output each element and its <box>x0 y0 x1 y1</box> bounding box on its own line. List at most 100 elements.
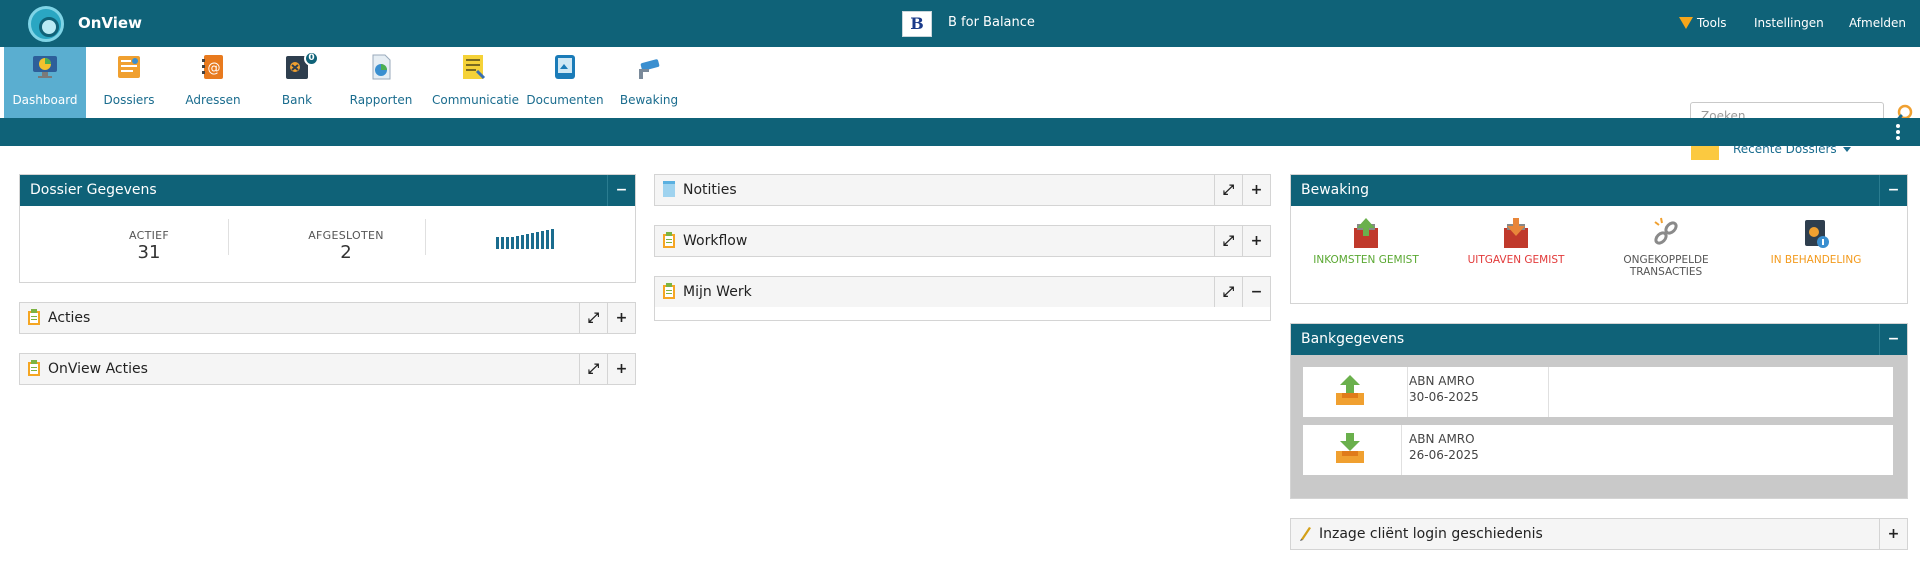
unlinked-chain-icon <box>1654 217 1678 245</box>
bewaking-panel: Bewaking − INKOMSTEN GEMIST UITGAVEN GEM… <box>1290 174 1908 304</box>
bank-badge: 0 <box>304 51 319 66</box>
upload-tray-icon <box>1336 375 1364 405</box>
acties-panel: Acties ⤢ + <box>19 302 636 334</box>
mijn-werk-title: Mijn Werk <box>683 284 752 300</box>
inzage-title: Inzage cliënt login geschiedenis <box>1319 526 1543 542</box>
more-options-icon[interactable] <box>1894 123 1902 141</box>
address-book-icon: @ <box>202 55 223 79</box>
acties-header: Acties ⤢ + <box>20 303 635 333</box>
divider <box>425 219 426 255</box>
nav-dossiers[interactable]: Dossiers <box>88 47 170 118</box>
note-icon <box>663 181 675 197</box>
nav-bank-label: Bank <box>281 93 313 107</box>
nav-adressen-label: Adressen <box>185 93 241 107</box>
afgesloten-value: 2 <box>340 242 352 263</box>
ongekoppelde-label-1: ONGEKOPPELDE <box>1623 254 1709 266</box>
svg-text:@: @ <box>208 61 221 76</box>
missed-income-icon <box>1354 218 1378 248</box>
nav-dashboard[interactable]: Dashboard <box>4 47 86 118</box>
organization-name: B for Balance <box>948 15 1035 30</box>
nav-rapporten-label: Rapporten <box>349 93 413 107</box>
clipboard-icon <box>663 232 675 248</box>
nav-dossiers-label: Dossiers <box>103 93 155 107</box>
in-behandeling-item[interactable]: IN BEHANDELING <box>1741 216 1891 266</box>
divider <box>1548 367 1549 417</box>
workflow-title: Workflow <box>683 233 748 249</box>
collapse-button[interactable]: − <box>1879 175 1907 206</box>
expand-button[interactable]: ⤢ <box>1214 226 1242 256</box>
clipboard-icon <box>28 309 40 325</box>
bank-date: 26-06-2025 <box>1409 448 1479 462</box>
collapse-button[interactable]: − <box>1242 277 1270 307</box>
bankgegevens-panel: Bankgegevens − ABN AMRO 30-06-2025 ABN A… <box>1290 323 1908 499</box>
reports-icon <box>372 54 391 80</box>
nav-dashboard-label: Dashboard <box>12 93 78 107</box>
dossier-gegevens-title: Dossier Gegevens <box>30 182 157 198</box>
actief-label: ACTIEF <box>128 229 170 242</box>
tools-menu[interactable]: Tools <box>1697 16 1727 30</box>
onview-acties-header: OnView Acties ⤢ + <box>20 354 635 384</box>
dossier-gegevens-panel: Dossier Gegevens − ACTIEF 31 AFGESLOTEN … <box>19 174 636 283</box>
pencil-icon <box>1300 527 1311 541</box>
nav-rapporten[interactable]: Rapporten <box>340 47 422 118</box>
sub-bar <box>0 118 1920 146</box>
nav-bank[interactable]: 0 Bank <box>256 47 338 118</box>
add-button[interactable]: + <box>1242 226 1270 256</box>
documents-icon <box>555 55 575 79</box>
onview-logo-icon[interactable] <box>28 6 64 42</box>
bank-account-card[interactable]: ABN AMRO 30-06-2025 <box>1303 367 1893 417</box>
divider <box>1401 425 1402 475</box>
nav-adressen[interactable]: @ Adressen <box>172 47 254 118</box>
ongekoppelde-transacties-item[interactable]: ONGEKOPPELDE TRANSACTIES <box>1591 216 1741 278</box>
dossiers-icon <box>118 56 140 78</box>
inkomsten-gemist-item[interactable]: INKOMSTEN GEMIST <box>1291 216 1441 266</box>
add-button[interactable]: + <box>607 303 635 333</box>
inzage-panel: Inzage cliënt login geschiedenis + <box>1290 518 1908 550</box>
bank-name: ABN AMRO <box>1409 374 1475 388</box>
notities-panel: Notities ⤢ + <box>654 174 1271 206</box>
clipboard-icon <box>28 360 40 376</box>
add-button[interactable]: + <box>1879 519 1907 549</box>
ongekoppelde-label-2: TRANSACTIES <box>1629 266 1703 278</box>
bewaking-header: Bewaking − <box>1291 175 1907 206</box>
bankgegevens-title: Bankgegevens <box>1301 331 1405 347</box>
nav-communicatie[interactable]: Communicatie <box>432 47 520 118</box>
onview-acties-panel: OnView Acties ⤢ + <box>19 353 636 385</box>
bank-account-card[interactable]: ABN AMRO 26-06-2025 <box>1303 425 1893 475</box>
uitgaven-gemist-item[interactable]: UITGAVEN GEMIST <box>1441 216 1591 266</box>
top-bar: OnView B B for Balance Tools Instellinge… <box>0 0 1920 47</box>
bank-name: ABN AMRO <box>1409 432 1475 446</box>
settings-link[interactable]: Instellingen <box>1754 16 1824 30</box>
actief-value: 31 <box>137 242 161 263</box>
logout-link[interactable]: Afmelden <box>1849 16 1906 30</box>
add-button[interactable]: + <box>607 354 635 384</box>
mijn-werk-header: Mijn Werk ⤢ − <box>655 277 1270 307</box>
in-behandeling-label: IN BEHANDELING <box>1770 254 1862 266</box>
afgesloten-stat[interactable]: AFGESLOTEN 2 <box>281 229 411 263</box>
expand-button[interactable]: ⤢ <box>1214 175 1242 205</box>
nav-documenten-label: Documenten <box>526 93 604 107</box>
bankgegevens-header: Bankgegevens − <box>1291 324 1907 355</box>
app-title: OnView <box>78 14 142 32</box>
nav-communicatie-label: Communicatie <box>432 93 520 107</box>
divider <box>228 219 229 255</box>
nav-bewaking[interactable]: Bewaking <box>608 47 690 118</box>
collapse-button[interactable]: − <box>607 175 635 206</box>
missed-expenses-icon <box>1504 218 1528 248</box>
expand-button[interactable]: ⤢ <box>1214 277 1242 307</box>
tools-icon[interactable] <box>1679 17 1693 29</box>
dossier-bars-icon <box>496 229 554 249</box>
expand-button[interactable]: ⤢ <box>579 354 607 384</box>
nav-documenten[interactable]: Documenten <box>524 47 606 118</box>
in-progress-icon <box>1805 220 1829 248</box>
dashboard-icon <box>33 56 57 78</box>
expand-button[interactable]: ⤢ <box>579 303 607 333</box>
mijn-werk-panel: Mijn Werk ⤢ − <box>654 276 1271 321</box>
main-navigation: Dashboard Dossiers @ Adressen 0 Bank Rap… <box>0 47 1920 160</box>
acties-title: Acties <box>48 310 91 326</box>
collapse-button[interactable]: − <box>1879 324 1907 355</box>
add-button[interactable]: + <box>1242 175 1270 205</box>
actief-stat[interactable]: ACTIEF 31 <box>84 229 214 263</box>
organization-logo: B <box>902 11 932 37</box>
inkomsten-gemist-label: INKOMSTEN GEMIST <box>1313 254 1419 266</box>
